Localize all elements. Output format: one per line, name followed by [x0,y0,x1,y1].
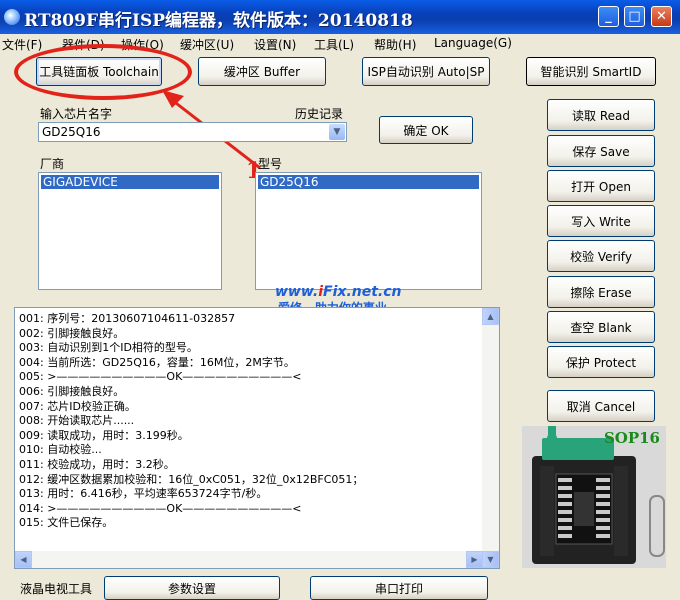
lcd-tv-tools-label: 液晶电视工具 [20,582,93,596]
log-line: 007: 芯片ID校验正确。 [19,399,136,413]
window-title: RT809F串行ISP编程器，软件版本：20140818 [24,11,413,31]
write-button[interactable]: 写入 Write [547,205,655,237]
menu-settings[interactable]: 设置(N) [254,36,296,53]
chip-name-combo[interactable]: GD25Q16 ▼ [38,122,347,142]
scroll-down-icon[interactable]: ▼ [482,551,499,568]
log-line: 002: 引脚接触良好。 [19,326,125,340]
parameter-settings-button[interactable]: 参数设置 [104,576,280,600]
protect-button[interactable]: 保护 Protect [547,346,655,378]
log-line: 015: 文件已保存。 [19,516,114,530]
log-panel[interactable]: 001: 序列号：20130607104611-032857 002: 引脚接触良… [14,307,500,569]
verify-button[interactable]: 校验 Verify [547,240,655,272]
buffer-button[interactable]: 缓冲区 Buffer [198,57,326,86]
annotation-oval [14,44,192,100]
model-list[interactable]: GD25Q16 [255,172,482,290]
chevron-down-icon[interactable]: ▼ [329,124,345,140]
chip-name-label: 输入芯片名字 [40,107,113,121]
scroll-left-icon[interactable]: ◀ [15,551,32,568]
vendor-list-item[interactable]: GIGADEVICE [41,175,219,189]
watermark-url: www.iFix.net.cn [275,284,402,300]
ok-button[interactable]: 确定 OK [379,116,473,144]
read-button[interactable]: 读取 Read [547,99,655,131]
log-line: 008: 开始读取芯片...... [19,414,135,428]
vendor-label: 厂商 [40,157,65,171]
app-icon [4,9,20,25]
scroll-right-icon[interactable]: ▶ [466,551,483,568]
socket-photo: SOP16 [522,426,666,568]
horizontal-scrollbar[interactable]: ◀ ▶ [15,551,483,568]
model-label: 型号 [258,157,283,171]
menu-buffer[interactable]: 缓冲区(U) [180,36,234,53]
blank-check-button[interactable]: 查空 Blank [547,311,655,343]
log-line: 010: 自动校验... [19,443,102,457]
log-line: 014: >——————————OK——————————< [19,501,302,515]
log-line: 003: 自动识别到1个ID相符的型号。 [19,341,198,355]
log-line: 005: >——————————OK——————————< [19,370,302,384]
log-line: 012: 缓冲区数据累加校验和：16位_0xC051，32位_0x12BFC05… [19,472,364,486]
menu-help[interactable]: 帮助(H) [374,36,416,53]
title-bar: RT809F串行ISP编程器，软件版本：20140818 _ □ ✕ [0,0,680,34]
menu-language[interactable]: Language(G) [434,36,512,50]
vendor-list[interactable]: GIGADEVICE [38,172,222,290]
menu-tools[interactable]: 工具(L) [314,36,354,53]
sop16-socket-image [522,426,666,568]
scroll-up-icon[interactable]: ▲ [482,308,499,325]
vertical-scrollbar[interactable]: ▲ ▼ [482,308,499,568]
minimize-button[interactable]: _ [598,6,619,27]
smart-id-button[interactable]: 智能识别 SmartID [526,57,656,86]
erase-button[interactable]: 擦除 Erase [547,276,655,308]
log-line: 011: 校验成功，用时：3.2秒。 [19,457,175,471]
log-line: 001: 序列号：20130607104611-032857 [19,312,236,325]
history-label: 历史记录 [295,107,344,121]
open-button[interactable]: 打开 Open [547,170,655,202]
close-button[interactable]: ✕ [651,6,672,27]
menu-file[interactable]: 文件(F) [2,36,42,53]
log-line: 006: 引脚接触良好。 [19,384,125,398]
serial-print-button[interactable]: 串口打印 [310,576,488,600]
log-line: 009: 读取成功，用时：3.199秒。 [19,428,189,442]
cancel-button[interactable]: 取消 Cancel [547,390,655,422]
chip-name-value: GD25Q16 [42,125,101,139]
log-line: 013: 用时：6.416秒，平均速率653724字节/秒。 [19,487,268,501]
log-lines: 001: 序列号：20130607104611-032857 002: 引脚接触良… [19,312,363,531]
model-list-item[interactable]: GD25Q16 [258,175,479,189]
save-button[interactable]: 保存 Save [547,135,655,167]
log-line: 004: 当前所选：GD25Q16，容量：16M位，2M字节。 [19,355,295,369]
isp-auto-button[interactable]: ISP自动识别 Auto|SP [362,57,490,86]
maximize-button[interactable]: □ [624,6,645,27]
socket-label: SOP16 [603,429,660,447]
